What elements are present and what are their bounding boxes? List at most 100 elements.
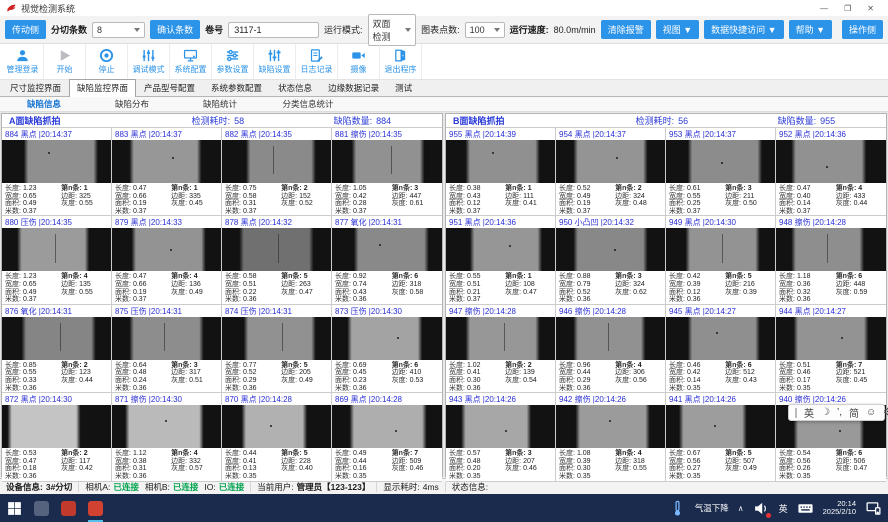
defect-cell[interactable]: 942 擦伤 |20:14:26长度:1.08宽度:0.39面积:0.30米数:… [556,393,666,481]
system-config-button[interactable]: 系统配置 [170,44,212,79]
defect-thumbnail[interactable] [112,140,221,183]
close-button[interactable]: ✕ [867,4,874,13]
defect-thumbnail[interactable] [332,228,442,271]
defect-thumbnail[interactable] [222,140,331,183]
defect-thumbnail[interactable] [446,140,555,183]
defect-thumbnail[interactable] [446,228,555,271]
tab-system-param-config[interactable]: 系统参数配置 [203,79,270,96]
defect-thumbnail[interactable] [666,317,775,360]
taskbar-app-2[interactable] [60,500,77,517]
taskbar-app-1[interactable] [33,500,50,517]
clear-alarm-button[interactable]: 清除报警 [601,20,651,39]
defect-thumbnail[interactable] [556,317,665,360]
stop-button[interactable]: 停止 [86,44,128,79]
defect-cell[interactable]: 948 擦伤 |20:14:28长度:1.18宽度:0.36面积:0.32米数:… [776,216,886,304]
tab-test[interactable]: 测试 [387,79,420,96]
defect-thumbnail[interactable] [776,228,886,271]
tab-product-model-config[interactable]: 产品型号配置 [136,79,203,96]
tab-defect-monitor[interactable]: 缺陷监控界面 [69,79,136,97]
ime-language-indicator[interactable]: 英 [779,502,788,515]
defect-cell[interactable]: 881 擦伤 |20:14:35长度:1.05宽度:0.42面积:0.28米数:… [332,128,442,216]
weather-icon[interactable] [669,500,686,517]
taskbar-app-active[interactable] [87,500,104,517]
start-button[interactable]: 开始 [44,44,86,79]
ime-language-bar[interactable]: 英 ☽ ’, 简 ☺ ⚙ [788,404,885,421]
confirm-count-button[interactable]: 确认条数 [150,20,200,39]
taskbar-clock[interactable]: 20:14 2025/2/10 [823,500,856,517]
defect-cell[interactable]: 954 黑点 |20:14:37长度:0.52宽度:0.49面积:0.19米数:… [556,128,666,216]
volume-icon[interactable] [753,500,770,517]
defect-cell[interactable]: 873 压伤 |20:14:30长度:0.69宽度:0.45面积:0.23米数:… [332,305,442,393]
defect-cell[interactable]: 943 黑点 |20:14:26长度:0.57宽度:0.48面积:0.20米数:… [446,393,556,481]
weather-text[interactable]: 气温下降 [695,502,729,514]
defect-thumbnail[interactable] [332,317,442,360]
subtab-defect-distribution[interactable]: 缺陷分布 [88,98,176,110]
tab-size-monitor[interactable]: 尺寸监控界面 [2,79,69,96]
parameter-settings-button[interactable]: 参数设置 [212,44,254,79]
defect-thumbnail[interactable] [222,317,331,360]
defect-cell[interactable]: 872 黑点 |20:14:30长度:0.53宽度:0.47面积:0.18米数:… [2,393,112,481]
defect-thumbnail[interactable] [2,317,111,360]
defect-cell[interactable]: 946 擦伤 |20:14:28长度:0.96宽度:0.44面积:0.29米数:… [556,305,666,393]
view-menu-button[interactable]: 视图 ▼ [656,20,699,39]
moon-icon[interactable]: ☽ [821,407,830,418]
slit-count-select[interactable]: 8 [92,22,145,38]
defect-thumbnail[interactable] [332,405,442,448]
defect-cell[interactable]: 947 擦伤 |20:14:28长度:1.02宽度:0.41面积:0.30米数:… [446,305,556,393]
operator-side-button[interactable]: 操作侧 [842,20,883,39]
defect-thumbnail[interactable] [556,405,665,448]
punctuation-toggle[interactable]: ’, [837,407,842,418]
defect-thumbnail[interactable] [666,228,775,271]
defect-cell[interactable]: 941 黑点 |20:14:26长度:0.67宽度:0.56面积:0.27米数:… [666,393,776,481]
defect-cell[interactable]: 949 黑点 |20:14:30长度:0.42宽度:0.39面积:0.12米数:… [666,216,776,304]
defect-cell[interactable]: 955 黑点 |20:14:39长度:0.38宽度:0.43面积:0.12米数:… [446,128,556,216]
defect-cell[interactable]: 884 黑点 |20:14:37长度:1.23宽度:0.65面积:0.49米数:… [2,128,112,216]
defect-cell[interactable]: 883 黑点 |20:14:37长度:0.47宽度:0.66面积:0.19米数:… [112,128,222,216]
defect-thumbnail[interactable] [112,405,221,448]
defect-thumbnail[interactable] [556,140,665,183]
defect-thumbnail[interactable] [112,317,221,360]
defect-thumbnail[interactable] [666,140,775,183]
defect-cell[interactable]: 952 黑点 |20:14:36长度:0.47宽度:0.40面积:0.14米数:… [776,128,886,216]
ime-settings-gear-icon[interactable]: ⚙ [883,407,888,418]
defect-thumbnail[interactable] [666,405,775,448]
log-record-button[interactable]: 日志记录 [296,44,338,79]
defect-cell[interactable]: 953 黑点 |20:14:37长度:0.61宽度:0.55面积:0.25米数:… [666,128,776,216]
defect-cell[interactable]: 878 黑点 |20:14:32长度:0.58宽度:0.51面积:0.22米数:… [222,216,332,304]
subtab-class-info-statistics[interactable]: 分类信息统计 [264,98,352,110]
defect-thumbnail[interactable] [776,140,886,183]
defect-cell[interactable]: 950 小凸凹 |20:14:32长度:0.88宽度:0.79面积:0.52米数… [556,216,666,304]
minimize-button[interactable]: — [820,4,828,13]
admin-login-button[interactable]: 管理登录 [2,44,44,79]
simplified-chinese-toggle[interactable]: 简 [849,405,859,420]
action-center-icon[interactable] [865,500,882,517]
defect-cell[interactable]: 870 黑点 |20:14:28长度:0.44宽度:0.41面积:0.13米数:… [222,393,332,481]
drive-side-button[interactable]: 传动侧 [5,20,46,39]
run-mode-select[interactable]: 双面检测 [368,14,417,46]
defect-settings-button[interactable]: 缺陷设置 [254,44,296,79]
maximize-button[interactable]: ❐ [844,4,851,13]
defect-cell[interactable]: 876 氧化 |20:14:31长度:0.85宽度:0.55面积:0.33米数:… [2,305,112,393]
camera-button[interactable]: 摄像 [338,44,380,79]
help-menu-button[interactable]: 帮助 ▼ [789,20,832,39]
defect-thumbnail[interactable] [2,228,111,271]
tab-status-info[interactable]: 状态信息 [270,79,320,96]
start-menu-button[interactable] [6,500,23,517]
tray-expand-icon[interactable]: ∧ [738,504,744,513]
defect-cell[interactable]: 944 黑点 |20:14:27长度:0.51宽度:0.46面积:0.17米数:… [776,305,886,393]
defect-cell[interactable]: 945 黑点 |20:14:27长度:0.46宽度:0.42面积:0.14米数:… [666,305,776,393]
defect-thumbnail[interactable] [446,405,555,448]
defect-cell[interactable]: 869 黑点 |20:14:28长度:0.49宽度:0.44面积:0.16米数:… [332,393,442,481]
defect-thumbnail[interactable] [446,317,555,360]
defect-cell[interactable]: 879 黑点 |20:14:33长度:0.47宽度:0.66面积:0.19米数:… [112,216,222,304]
emoji-icon[interactable]: ☺ [866,407,876,418]
defect-thumbnail[interactable] [112,228,221,271]
chart-points-select[interactable]: 100 [465,22,505,38]
defect-thumbnail[interactable] [222,405,331,448]
roll-number-input[interactable]: 3117-1 [228,22,319,38]
defect-cell[interactable]: 871 擦伤 |20:14:30长度:1.12宽度:0.38面积:0.31米数:… [112,393,222,481]
defect-thumbnail[interactable] [776,317,886,360]
ime-english-toggle[interactable]: 英 [804,405,814,420]
data-access-menu-button[interactable]: 数据快捷访问 ▼ [704,20,783,39]
defect-thumbnail[interactable] [332,140,442,183]
